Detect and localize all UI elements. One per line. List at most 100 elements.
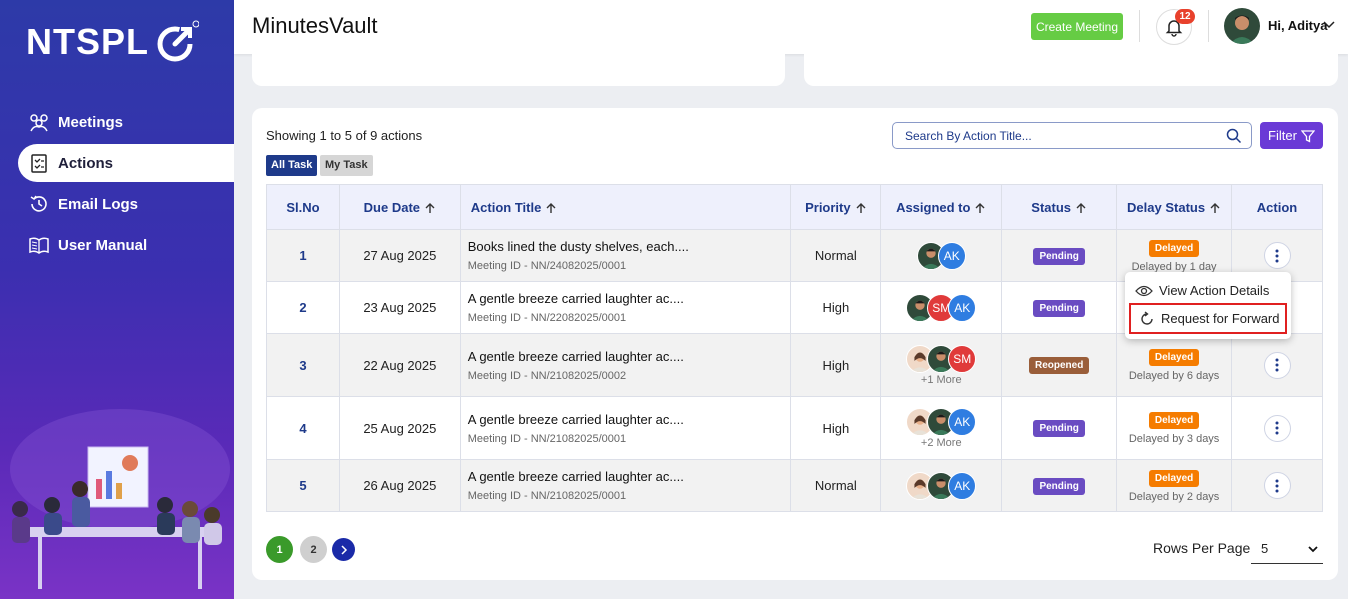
rows-per-page-value: 5 bbox=[1261, 541, 1269, 556]
app-title: MinutesVault bbox=[252, 13, 378, 38]
meeting-id: Meeting ID - NN/22082025/0001 bbox=[467, 312, 627, 324]
sort-arrow-up-icon[interactable] bbox=[1075, 202, 1087, 214]
action-title[interactable]: A gentle breeze carried laughter ac.... bbox=[468, 291, 791, 306]
row-menu-button[interactable] bbox=[1263, 242, 1291, 269]
action-title[interactable]: A gentle breeze carried laughter ac.... bbox=[468, 349, 791, 364]
assignee-initials-avatar[interactable]: AK bbox=[948, 293, 977, 322]
search-icon[interactable] bbox=[1226, 128, 1242, 144]
meetings-icon bbox=[30, 114, 48, 132]
user-avatar[interactable] bbox=[1224, 8, 1260, 44]
action-title[interactable]: Books lined the dusty shelves, each.... bbox=[468, 239, 791, 254]
row-due-date: 22 Aug 2025 bbox=[338, 333, 461, 397]
column-header-assigned-to[interactable]: Assigned to bbox=[880, 184, 1003, 230]
refresh-icon bbox=[1141, 310, 1153, 325]
sidebar-item-email-logs[interactable]: Email Logs bbox=[18, 185, 234, 223]
chevron-right-icon bbox=[340, 544, 347, 555]
row-menu-button[interactable] bbox=[1263, 472, 1291, 499]
tab-all-task[interactable]: All Task bbox=[266, 155, 318, 176]
view-action-details-menu-item[interactable]: View Action Details bbox=[1135, 283, 1269, 298]
row-action-title-cell[interactable]: A gentle breeze carried laughter ac.... M… bbox=[459, 333, 792, 397]
assignee-avatars: AK bbox=[881, 407, 1001, 436]
page-button-2[interactable]: 2 bbox=[300, 536, 327, 563]
action-title[interactable]: A gentle breeze carried laughter ac.... bbox=[468, 469, 791, 484]
notification-count-badge: 12 bbox=[1175, 9, 1195, 24]
action-title[interactable]: A gentle breeze carried laughter ac.... bbox=[468, 412, 791, 427]
row-due-date: 23 Aug 2025 bbox=[338, 281, 461, 334]
row-slno: 1 bbox=[266, 229, 340, 282]
row-assignees: AK +2 More bbox=[880, 396, 1003, 460]
row-status: Pending bbox=[1001, 459, 1118, 512]
search-box bbox=[892, 122, 1252, 149]
page-button-1[interactable]: 1 bbox=[266, 536, 293, 563]
row-slno: 5 bbox=[266, 459, 340, 512]
sidebar-item-user-manual[interactable]: User Manual bbox=[18, 226, 234, 264]
delayed-badge: Delayed bbox=[1148, 412, 1200, 429]
sort-arrow-up-icon[interactable] bbox=[855, 202, 867, 214]
header-divider bbox=[1139, 10, 1140, 42]
table-row[interactable]: 5 26 Aug 2025 A gentle breeze carried laug… bbox=[266, 459, 1323, 512]
sidebar-item-actions[interactable]: Actions bbox=[18, 144, 234, 182]
create-meeting-button[interactable]: Create Meeting bbox=[1031, 13, 1123, 40]
kebab-icon bbox=[1275, 358, 1279, 372]
sidebar-item-meetings[interactable]: Meetings bbox=[18, 103, 234, 141]
tab-my-task[interactable]: My Task bbox=[320, 155, 373, 176]
column-header-delay-status[interactable]: Delay Status bbox=[1116, 184, 1233, 230]
filter-button[interactable]: Filter bbox=[1260, 122, 1323, 149]
row-assignees: AK bbox=[880, 229, 1003, 282]
assignee-initials-avatar[interactable]: AK bbox=[948, 471, 977, 500]
filter-label: Filter bbox=[1268, 128, 1297, 143]
sort-arrow-up-icon[interactable] bbox=[974, 202, 986, 214]
assignee-initials-avatar[interactable]: AK bbox=[948, 407, 977, 436]
status-badge: Pending bbox=[1033, 247, 1085, 265]
row-menu-button[interactable] bbox=[1263, 351, 1291, 379]
more-assignees[interactable]: +1 More bbox=[881, 374, 1001, 386]
delay-duration: Delayed by 6 days bbox=[1128, 370, 1220, 382]
row-assignees: SM +1 More bbox=[880, 333, 1003, 397]
next-page-button[interactable] bbox=[332, 538, 355, 561]
table-row[interactable]: 3 22 Aug 2025 A gentle breeze carried laug… bbox=[266, 333, 1323, 397]
actions-card: Showing 1 to 5 of 9 actions All Task My … bbox=[252, 108, 1338, 580]
column-header-action-title[interactable]: Action Title bbox=[459, 184, 792, 230]
row-assignees: SM AK bbox=[880, 281, 1003, 334]
sort-arrow-up-icon[interactable] bbox=[545, 202, 557, 214]
chevron-down-icon[interactable] bbox=[1322, 18, 1336, 32]
column-header-due-date[interactable]: Due Date bbox=[338, 184, 461, 230]
assignee-initials-avatar[interactable]: AK bbox=[937, 241, 966, 270]
row-menu-button[interactable] bbox=[1263, 414, 1291, 442]
row-action bbox=[1231, 396, 1323, 460]
row-action bbox=[1231, 333, 1323, 397]
column-header-priority[interactable]: Priority bbox=[790, 184, 882, 230]
notifications-button[interactable]: 12 bbox=[1156, 9, 1195, 45]
user-greeting[interactable]: Hi, Aditya bbox=[1268, 18, 1327, 33]
sort-arrow-up-icon[interactable] bbox=[424, 202, 436, 214]
row-priority: Normal bbox=[790, 229, 882, 282]
row-action-menu: View Action Details Request for Forward bbox=[1125, 272, 1291, 339]
sort-arrow-up-icon[interactable] bbox=[1209, 202, 1221, 214]
search-input[interactable] bbox=[905, 123, 1225, 148]
assignee-initials-avatar[interactable]: SM bbox=[948, 344, 977, 373]
sidebar-item-label: User Manual bbox=[58, 236, 148, 254]
sidebar-nav: Meetings Actions Email Logs User Manual bbox=[18, 103, 234, 267]
funnel-icon bbox=[1300, 129, 1315, 143]
meeting-id: Meeting ID - NN/24082025/0001 bbox=[467, 260, 627, 272]
more-assignees[interactable]: +2 More bbox=[881, 437, 1001, 449]
row-action-title-cell[interactable]: A gentle breeze carried laughter ac.... M… bbox=[459, 396, 792, 460]
rows-per-page-select[interactable]: 5 bbox=[1251, 534, 1323, 564]
row-status: Pending bbox=[1001, 281, 1118, 334]
row-action-title-cell[interactable]: A gentle breeze carried laughter ac.... M… bbox=[459, 281, 792, 334]
row-status: Reopened bbox=[1001, 333, 1118, 397]
column-header-status[interactable]: Status bbox=[1001, 184, 1118, 230]
assignee-avatars: SM bbox=[881, 344, 1001, 373]
request-for-forward-menu-item[interactable]: Request for Forward bbox=[1129, 303, 1287, 334]
table-row[interactable]: 4 25 Aug 2025 A gentle breeze carried laug… bbox=[266, 396, 1323, 460]
row-action-title-cell[interactable]: Books lined the dusty shelves, each.... M… bbox=[459, 229, 792, 282]
logo-text: NTSPL bbox=[26, 21, 150, 62]
delay-duration: Delayed by 1 day bbox=[1131, 260, 1217, 273]
brand-logo[interactable]: NTSPL bbox=[26, 20, 200, 64]
row-action-title-cell[interactable]: A gentle breeze carried laughter ac.... M… bbox=[459, 459, 792, 512]
delayed-badge: Delayed bbox=[1148, 469, 1200, 487]
assignee-avatars: SM AK bbox=[881, 293, 1001, 322]
summary-card-left bbox=[252, 54, 785, 86]
row-slno: 2 bbox=[266, 281, 340, 334]
sidebar-item-label: Meetings bbox=[58, 113, 124, 131]
